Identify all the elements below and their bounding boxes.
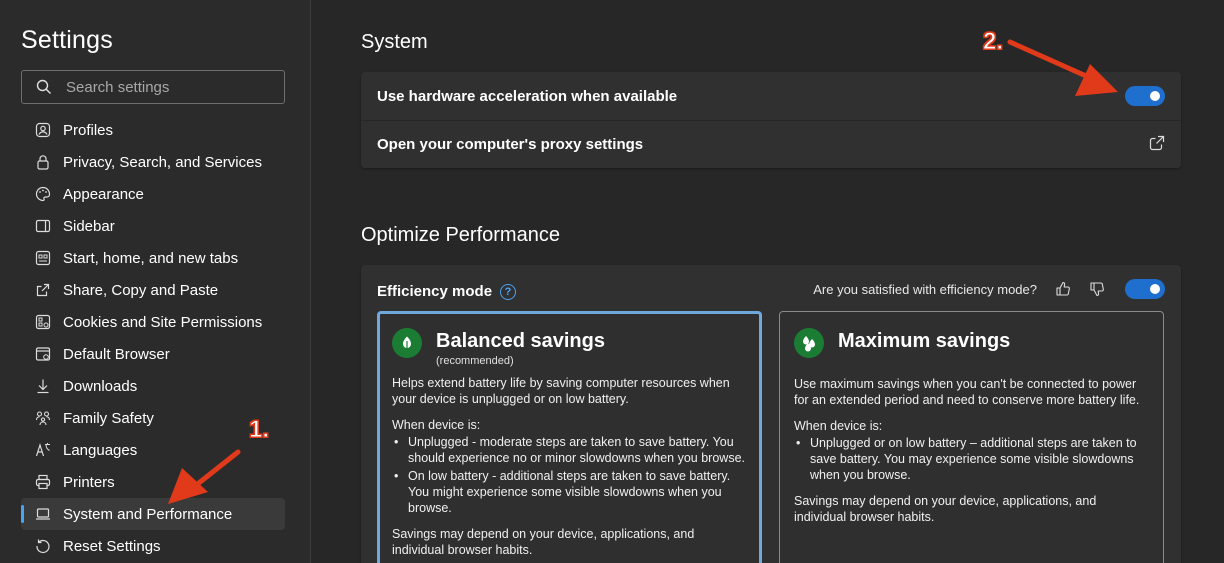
efficiency-mode-label: Efficiency mode xyxy=(377,283,493,300)
sidebar-icon xyxy=(35,218,51,234)
thumbs-down-icon[interactable] xyxy=(1089,281,1105,297)
hardware-acceleration-label: Use hardware acceleration when available xyxy=(377,87,678,105)
sidebar-item-sidebar[interactable]: Sidebar xyxy=(21,210,285,242)
sidebar-item-label: Start, home, and new tabs xyxy=(63,249,239,267)
sidebar-item-cookies[interactable]: Cookies and Site Permissions xyxy=(21,306,285,338)
sidebar-item-label: Printers xyxy=(63,473,115,491)
sidebar-item-label: Reset Settings xyxy=(63,537,161,555)
sidebar-item-system-performance[interactable]: System and Performance xyxy=(21,498,285,530)
annotation-step-1: 1. xyxy=(248,416,270,444)
list-item: Unplugged - moderate steps are taken to … xyxy=(392,434,747,466)
system-heading: System xyxy=(361,31,428,53)
thumbs-up-icon[interactable] xyxy=(1055,281,1071,297)
sidebar-item-label: Share, Copy and Paste xyxy=(63,281,219,299)
sidebar-item-label: Sidebar xyxy=(63,217,115,235)
balanced-savings-title: Balanced savings xyxy=(436,330,605,352)
efficiency-card: Efficiency mode ? Are you satisfied with… xyxy=(361,265,1181,563)
balanced-when-label: When device is: xyxy=(392,418,481,432)
sidebar-item-default-browser[interactable]: Default Browser xyxy=(21,338,285,370)
home-tabs-icon xyxy=(35,250,51,266)
search-icon xyxy=(22,79,66,95)
sidebar-item-privacy[interactable]: Privacy, Search, and Services xyxy=(21,146,285,178)
laptop-icon xyxy=(35,506,51,522)
profile-icon xyxy=(35,122,51,138)
balanced-savings-option[interactable]: Balanced savings (recommended) Helps ext… xyxy=(377,311,762,563)
feedback-question: Are you satisfied with efficiency mode? xyxy=(813,281,1037,297)
sidebar-item-downloads[interactable]: Downloads xyxy=(21,370,285,402)
system-card: Use hardware acceleration when available… xyxy=(361,72,1181,168)
maximum-savings-header: Maximum savings xyxy=(794,328,1149,358)
maximum-savings-title: Maximum savings xyxy=(838,330,1011,352)
balanced-savings-header: Balanced savings (recommended) xyxy=(392,328,747,367)
sidebar-item-label: Privacy, Search, and Services xyxy=(63,153,262,171)
sidebar-item-label: Downloads xyxy=(63,377,138,395)
list-item: On low battery - additional steps are ta… xyxy=(392,468,747,516)
recommended-label: (recommended) xyxy=(436,355,514,367)
sidebar-item-profiles[interactable]: Profiles xyxy=(21,114,285,146)
browser-icon xyxy=(35,346,51,362)
maximum-savings-option[interactable]: Maximum savings Use maximum savings when… xyxy=(779,311,1164,563)
sidebar-item-label: Default Browser xyxy=(63,345,170,363)
languages-icon xyxy=(35,442,51,458)
search-input[interactable] xyxy=(66,78,266,96)
hardware-acceleration-row: Use hardware acceleration when available xyxy=(361,72,1181,120)
sidebar-item-reset[interactable]: Reset Settings xyxy=(21,530,285,562)
efficiency-feedback: Are you satisfied with efficiency mode? xyxy=(813,279,1165,299)
sidebar-item-label: Languages xyxy=(63,441,138,459)
list-item: Unplugged or on low battery – additional… xyxy=(794,435,1149,483)
sidebar-item-family-safety[interactable]: Family Safety xyxy=(21,402,285,434)
sidebar-item-label: Profiles xyxy=(63,121,114,139)
proxy-settings-label: Open your computer's proxy settings xyxy=(377,136,644,153)
cookies-icon xyxy=(35,314,51,330)
palette-icon xyxy=(35,186,51,202)
sidebar-item-label: Cookies and Site Permissions xyxy=(63,313,263,331)
share-icon xyxy=(35,282,51,298)
leaf-icon xyxy=(392,328,422,358)
sidebar-item-languages[interactable]: Languages xyxy=(21,434,285,466)
leaves-icon xyxy=(794,328,824,358)
sidebar-item-label: Family Safety xyxy=(63,409,154,427)
lock-icon xyxy=(35,154,51,170)
maximum-when-label: When device is: xyxy=(794,419,883,433)
proxy-settings-row[interactable]: Open your computer's proxy settings xyxy=(361,120,1181,168)
balanced-note: Savings may depend on your device, appli… xyxy=(392,527,695,557)
sidebar-item-printers[interactable]: Printers xyxy=(21,466,285,498)
balanced-bullets: Unplugged - moderate steps are taken to … xyxy=(392,434,747,516)
maximum-bullets: Unplugged or on low battery – additional… xyxy=(794,435,1149,483)
sidebar: Settings Profiles Privacy, Search, and S… xyxy=(0,0,311,563)
settings-title: Settings xyxy=(21,26,113,54)
sidebar-item-start-home[interactable]: Start, home, and new tabs xyxy=(21,242,285,274)
maximum-description: Use maximum savings when you can't be co… xyxy=(794,377,1140,407)
hardware-acceleration-toggle[interactable] xyxy=(1125,86,1165,106)
sidebar-item-share[interactable]: Share, Copy and Paste xyxy=(21,274,285,306)
main-content: System Use hardware acceleration when av… xyxy=(311,0,1224,563)
sidebar-nav: Profiles Privacy, Search, and Services A… xyxy=(21,114,285,562)
balanced-description: Helps extend battery life by saving comp… xyxy=(392,376,730,406)
maximum-note: Savings may depend on your device, appli… xyxy=(794,494,1097,524)
printer-icon xyxy=(35,474,51,490)
annotation-step-2: 2. xyxy=(982,28,1004,56)
sidebar-item-label: Appearance xyxy=(63,185,144,203)
external-link-icon[interactable] xyxy=(1149,135,1165,155)
family-icon xyxy=(35,410,51,426)
efficiency-mode-toggle[interactable] xyxy=(1125,279,1165,299)
search-box[interactable] xyxy=(21,70,285,104)
reset-icon xyxy=(35,538,51,554)
download-icon xyxy=(35,378,51,394)
efficiency-mode-header: Efficiency mode ? xyxy=(377,283,517,300)
help-icon[interactable]: ? xyxy=(500,283,517,300)
sidebar-item-label: System and Performance xyxy=(63,505,233,523)
sidebar-item-appearance[interactable]: Appearance xyxy=(21,178,285,210)
optimize-performance-heading: Optimize Performance xyxy=(361,224,560,246)
